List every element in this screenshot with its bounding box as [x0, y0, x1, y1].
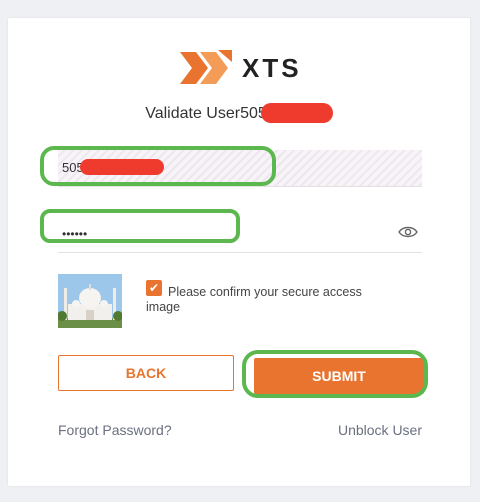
brand-name: XTS: [242, 52, 302, 83]
confirm-label: Please confirm your secure access image: [146, 285, 362, 314]
eye-icon[interactable]: [398, 225, 418, 239]
back-button[interactable]: BACK: [58, 355, 234, 391]
taj-mahal-image: [58, 274, 122, 328]
logo: XTS: [178, 48, 302, 88]
login-card: XTS Validate User505 505 •••••• ✔ Please…: [8, 18, 470, 486]
xts-logo-icon: [180, 50, 232, 84]
highlight-password: [40, 209, 240, 243]
page-title: Validate User505: [8, 103, 470, 124]
highlight-submit: [242, 350, 428, 398]
redaction-mark: [260, 103, 333, 123]
highlight-userid: [40, 146, 276, 186]
unblock-user-link[interactable]: Unblock User: [338, 422, 422, 438]
forgot-password-link[interactable]: Forgot Password?: [58, 422, 172, 438]
page-title-text: Validate User505: [145, 105, 267, 123]
